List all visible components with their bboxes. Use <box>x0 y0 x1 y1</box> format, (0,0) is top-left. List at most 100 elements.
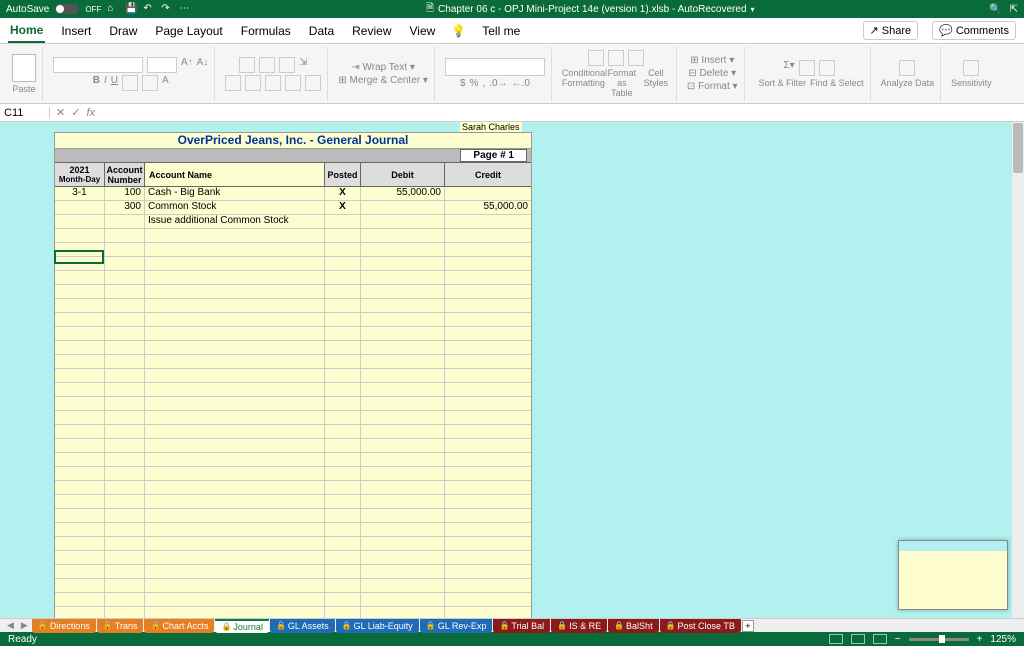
empty-row[interactable] <box>55 509 531 523</box>
worksheet-area[interactable]: Sarah Charles OverPriced Jeans, Inc. - G… <box>0 122 1024 618</box>
align-right[interactable] <box>265 75 281 91</box>
decimal-inc-icon[interactable]: .0→ <box>489 78 507 89</box>
empty-row[interactable] <box>55 383 531 397</box>
empty-row[interactable] <box>55 285 531 299</box>
align-bot[interactable] <box>279 57 295 73</box>
cell-styles-icon[interactable] <box>628 50 644 66</box>
search-icon[interactable]: 🔍 <box>989 4 1001 15</box>
empty-row[interactable] <box>55 467 531 481</box>
enter-icon[interactable]: ✓ <box>71 106 80 119</box>
empty-row[interactable] <box>55 551 531 565</box>
tab-tellme[interactable]: Tell me <box>480 20 522 42</box>
empty-row[interactable] <box>55 523 531 537</box>
tab-data[interactable]: Data <box>307 20 336 42</box>
empty-row[interactable] <box>55 453 531 467</box>
wrap-text-button[interactable]: ⇥ Wrap Text ▾ <box>351 62 415 73</box>
border-button[interactable] <box>122 75 138 91</box>
empty-row[interactable] <box>55 229 531 243</box>
cond-format-icon[interactable] <box>588 50 604 66</box>
bold-button[interactable]: B <box>93 75 100 91</box>
empty-row[interactable] <box>55 257 531 271</box>
empty-row[interactable] <box>55 565 531 579</box>
empty-row[interactable] <box>55 439 531 453</box>
journal-row[interactable]: 300 Common StockX55,000.00 <box>55 201 531 215</box>
align-top[interactable] <box>239 57 255 73</box>
tab-page-layout[interactable]: Page Layout <box>153 20 224 42</box>
sheet-tab-is-&-re[interactable]: 🔒IS & RE <box>551 619 607 633</box>
title-chevron-icon[interactable]: ▾ <box>751 5 755 14</box>
tab-draw[interactable]: Draw <box>107 20 139 42</box>
sheet-tab-trans[interactable]: 🔒Trans <box>97 619 144 633</box>
font-size-combo[interactable] <box>147 57 177 73</box>
indent-dec[interactable] <box>285 75 301 91</box>
sheet-tab-gl-liab-equity[interactable]: 🔒GL Liab-Equity <box>336 619 419 633</box>
increase-font-icon[interactable]: A↑ <box>181 57 193 73</box>
analyze-icon[interactable] <box>899 60 915 76</box>
sheet-thumbnail-preview[interactable] <box>898 540 1008 610</box>
sheet-tab-gl-assets[interactable]: 🔒GL Assets <box>270 619 335 633</box>
tab-insert[interactable]: Insert <box>59 20 93 42</box>
format-cells-button[interactable]: ⊡ Format ▾ <box>687 81 738 92</box>
journal-row[interactable]: Issue additional Common Stock <box>55 215 531 229</box>
sensitivity-icon[interactable] <box>963 60 979 76</box>
sheet-tab-gl-rev-exp[interactable]: 🔒GL Rev-Exp <box>420 619 493 633</box>
sheet-tab-post-close-tb[interactable]: 🔒Post Close TB <box>660 619 741 633</box>
tab-view[interactable]: View <box>408 20 438 42</box>
delete-cells-button[interactable]: ⊟ Delete ▾ <box>688 68 736 79</box>
empty-row[interactable] <box>55 341 531 355</box>
insert-cells-button[interactable]: ⊞ Insert ▾ <box>690 55 734 66</box>
percent-icon[interactable]: % <box>470 78 479 89</box>
sheet-tab-journal[interactable]: 🔒Journal <box>215 619 269 633</box>
empty-row[interactable] <box>55 243 531 257</box>
align-left[interactable] <box>225 75 241 91</box>
tab-home[interactable]: Home <box>8 19 45 43</box>
share-button[interactable]: ↗ Share <box>863 21 919 40</box>
autosave-toggle[interactable] <box>55 4 79 14</box>
zoom-slider[interactable] <box>909 638 969 641</box>
empty-row[interactable] <box>55 313 531 327</box>
find-icon[interactable] <box>819 60 835 76</box>
save-icon[interactable]: 💾 <box>125 3 137 15</box>
zoom-in-button[interactable]: + <box>977 634 983 645</box>
empty-row[interactable] <box>55 411 531 425</box>
empty-row[interactable] <box>55 271 531 285</box>
empty-row[interactable] <box>55 481 531 495</box>
more-icon[interactable]: ⋯ <box>179 3 191 15</box>
autosum-icon[interactable]: Σ▾ <box>784 60 795 76</box>
comments-button[interactable]: 💬 Comments <box>932 21 1016 40</box>
empty-row[interactable] <box>55 327 531 341</box>
align-center[interactable] <box>245 75 261 91</box>
view-layout-icon[interactable] <box>851 634 865 644</box>
decrease-font-icon[interactable]: A↓ <box>197 57 209 73</box>
sheet-tab-trial-bal[interactable]: 🔒Trial Bal <box>493 619 550 633</box>
empty-row[interactable] <box>55 425 531 439</box>
sort-icon[interactable] <box>799 60 815 76</box>
format-table-icon[interactable] <box>608 50 624 66</box>
empty-row[interactable] <box>55 397 531 411</box>
merge-center-button[interactable]: ⊞ Merge & Center ▾ <box>338 75 428 86</box>
orientation-icon[interactable]: ⇲ <box>299 57 307 73</box>
tab-formulas[interactable]: Formulas <box>239 20 293 42</box>
currency-icon[interactable]: $ <box>460 78 466 89</box>
fill-button[interactable] <box>142 75 158 91</box>
indent-inc[interactable] <box>305 75 321 91</box>
tab-nav-prev[interactable]: ◀ <box>4 620 17 631</box>
sheet-tab-directions[interactable]: 🔒Directions <box>32 619 96 633</box>
zoom-out-button[interactable]: − <box>895 634 901 645</box>
sheet-tab-chart-accts[interactable]: 🔒Chart Accts <box>144 619 214 633</box>
undo-icon[interactable]: ↶ <box>143 3 155 15</box>
empty-row[interactable] <box>55 495 531 509</box>
home-icon[interactable]: ⌂ <box>107 3 119 15</box>
sheet-tab-balsht[interactable]: 🔒BalSht <box>608 619 659 633</box>
empty-row[interactable] <box>55 537 531 551</box>
empty-row[interactable] <box>55 369 531 383</box>
vertical-scrollbar[interactable] <box>1012 122 1024 618</box>
view-break-icon[interactable] <box>873 634 887 644</box>
new-sheet-button[interactable]: + <box>742 620 754 632</box>
redo-icon[interactable]: ↷ <box>161 3 173 15</box>
empty-row[interactable] <box>55 579 531 593</box>
tab-review[interactable]: Review <box>350 20 393 42</box>
comma-icon[interactable]: , <box>482 78 485 89</box>
font-name-combo[interactable] <box>53 57 143 73</box>
empty-row[interactable] <box>55 355 531 369</box>
